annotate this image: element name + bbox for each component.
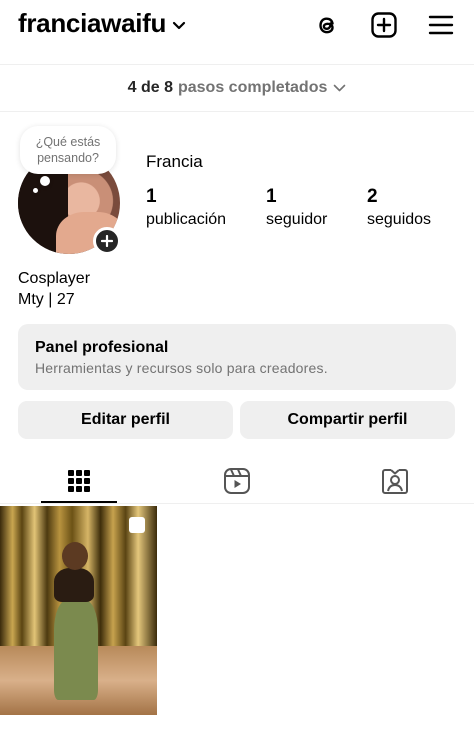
- tab-posts[interactable]: [0, 458, 158, 504]
- stat-posts-value: 1: [146, 186, 157, 207]
- steps-progress[interactable]: 4 de 8 pasos completados: [0, 64, 474, 112]
- post-person-legs: [54, 600, 98, 700]
- note-tail-dot-small: [33, 188, 38, 193]
- steps-label: pasos completados: [177, 79, 328, 96]
- stat-followers-label: seguidor: [266, 211, 328, 228]
- post-person-head: [62, 542, 88, 570]
- grid-icon: [68, 470, 90, 492]
- plus-icon: [101, 235, 113, 247]
- edit-profile-button[interactable]: Editar perfil: [18, 401, 233, 439]
- note-bubble[interactable]: ¿Qué estás pensando?: [20, 126, 116, 174]
- active-tab-indicator: [41, 501, 117, 503]
- stat-followers-value: 1: [266, 186, 277, 207]
- steps-count: 4 de 8: [127, 79, 173, 96]
- top-bar: franciawaifu: [0, 0, 474, 58]
- panel-title: Panel profesional: [35, 339, 169, 356]
- account-switcher[interactable]: franciawaifu: [18, 8, 186, 39]
- professional-dashboard[interactable]: Panel profesional Herramientas y recurso…: [18, 324, 456, 390]
- threads-icon[interactable]: [312, 10, 342, 40]
- stat-following-value: 2: [367, 186, 378, 207]
- profile-tabs: [0, 458, 474, 504]
- post-thumbnail[interactable]: [0, 506, 157, 715]
- stat-following-label: seguidos: [367, 211, 432, 228]
- bio: Cosplayer Mty | 27: [18, 268, 90, 310]
- display-name: Francia: [146, 152, 203, 171]
- stat-followers[interactable]: 1 seguidor: [266, 186, 327, 229]
- stat-posts[interactable]: 1 publicación: [146, 186, 226, 229]
- stat-following[interactable]: 2 seguidos: [367, 186, 431, 229]
- bio-line-1: Cosplayer: [18, 270, 91, 287]
- add-story-button[interactable]: [93, 227, 121, 255]
- note-line-1: ¿Qué estás: [35, 135, 101, 149]
- create-post-icon[interactable]: [369, 10, 399, 40]
- post-person-top: [54, 568, 94, 602]
- note-line-2: pensando?: [37, 151, 99, 165]
- reels-icon: [224, 468, 250, 494]
- chevron-down-icon: [173, 21, 186, 29]
- chevron-down-icon: [334, 84, 346, 91]
- note-tail-dot: [40, 176, 50, 186]
- tagged-icon: [382, 469, 408, 494]
- bio-line-2: Mty | 27: [18, 291, 75, 308]
- share-profile-button[interactable]: Compartir perfil: [240, 401, 455, 439]
- menu-icon[interactable]: [426, 10, 456, 40]
- multi-post-icon: [129, 517, 145, 533]
- tab-reels[interactable]: [158, 458, 316, 504]
- username: franciawaifu: [18, 8, 167, 38]
- panel-subtitle: Herramientas y recursos solo para creado…: [35, 360, 328, 376]
- stat-posts-label: publicación: [146, 211, 227, 228]
- tab-tagged[interactable]: [316, 458, 474, 504]
